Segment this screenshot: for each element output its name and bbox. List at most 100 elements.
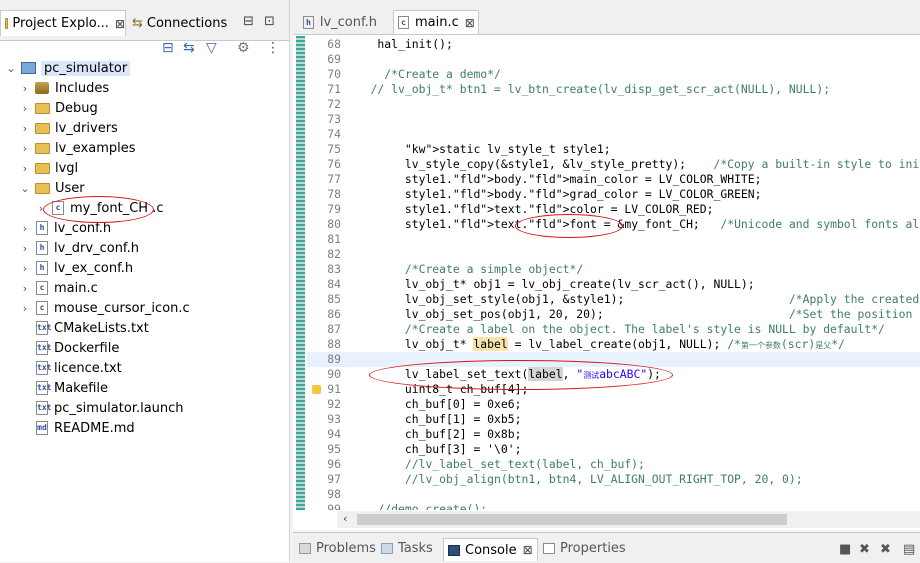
sync-icon[interactable]: ⚙ xyxy=(237,40,250,56)
chevron-right-icon[interactable]: › xyxy=(18,82,32,95)
code-line[interactable]: 68 hal_init(); xyxy=(307,37,920,52)
remove-all-icon[interactable]: ✖ xyxy=(880,542,891,557)
tree-item[interactable]: › Debug xyxy=(18,98,98,118)
code-line[interactable]: 77 style1."fld">body."fld">main_color = … xyxy=(307,172,920,187)
chevron-right-icon[interactable]: › xyxy=(18,262,32,275)
tree-item[interactable]: ⌄ User xyxy=(18,178,84,198)
code-line[interactable]: 85 lv_obj_set_style(obj1, &style1); /*Ap… xyxy=(307,292,920,307)
link-with-editor-icon[interactable]: ⇆ xyxy=(183,40,195,56)
tab-label: Tasks xyxy=(398,541,433,556)
code-line[interactable]: 73 xyxy=(307,112,920,127)
chevron-right-icon[interactable]: › xyxy=(18,142,32,155)
tree-item-label: lvgl xyxy=(55,160,79,176)
change-ruler xyxy=(296,36,305,510)
chevron-right-icon[interactable]: › xyxy=(18,242,32,255)
code-line[interactable]: 76 lv_style_copy(&style1, &lv_style_pret… xyxy=(307,157,920,172)
code-line[interactable]: 96 //lv_label_set_text(label, ch_buf); xyxy=(307,457,920,472)
tab-tasks[interactable]: Tasks xyxy=(381,541,433,556)
code-line[interactable]: 72 xyxy=(307,97,920,112)
view-menu-icon[interactable]: ⋮ xyxy=(266,40,280,56)
line-number: 93 xyxy=(327,412,341,426)
scroll-thumb[interactable] xyxy=(357,514,787,525)
horizontal-scrollbar[interactable]: ‹ xyxy=(337,511,920,528)
code-line[interactable]: 70 /*Create a demo*/ xyxy=(307,67,920,82)
line-number: 99 xyxy=(327,502,341,510)
code-line[interactable]: 86 lv_obj_set_pos(obj1, 20, 20); /*Set t… xyxy=(307,307,920,322)
code-line[interactable]: 74 xyxy=(307,127,920,142)
code-editor[interactable]: 68 hal_init(); 69 70 /*Create a demo*/71 /… xyxy=(293,36,920,510)
folder-icon xyxy=(35,142,50,154)
tree-item[interactable]: › lv_examples xyxy=(18,138,136,158)
close-icon[interactable]: ⊠ xyxy=(523,543,533,557)
code-line[interactable]: 93 ch_buf[1] = 0xb5; xyxy=(307,412,920,427)
annotation-ellipse xyxy=(43,196,154,223)
chevron-right-icon[interactable]: › xyxy=(18,122,32,135)
code-line[interactable]: 81 xyxy=(307,232,920,247)
tree-item[interactable]: txt pc_simulator.launch xyxy=(18,398,184,418)
close-icon[interactable]: ⊠ xyxy=(115,17,125,31)
code-line[interactable]: 69 xyxy=(307,52,920,67)
code-line[interactable]: 87 /*Create a label on the object. The l… xyxy=(307,322,920,337)
tree-item[interactable]: txt Dockerfile xyxy=(18,338,119,358)
folder-icon xyxy=(35,162,50,174)
code-line[interactable]: 95 ch_buf[3] = '\0'; xyxy=(307,442,920,457)
tree-item[interactable]: › Includes xyxy=(18,78,109,98)
line-number: 94 xyxy=(327,427,341,441)
tab-main-c[interactable]: c main.c ⊠ xyxy=(393,10,479,34)
tree-item[interactable]: › h lv_drv_conf.h xyxy=(18,238,139,258)
code-line[interactable]: 75 "kw">static lv_style_t style1; xyxy=(307,142,920,157)
code-line[interactable]: 99 //demo_create(); xyxy=(307,502,920,510)
maximize-icon[interactable]: ⊡ xyxy=(264,14,275,29)
collapse-all-icon[interactable]: ⊟ xyxy=(162,40,174,56)
display-console-icon[interactable]: ▤ xyxy=(903,542,915,557)
close-icon[interactable]: ⊠ xyxy=(465,16,475,30)
tree-item[interactable]: › c main.c xyxy=(18,278,98,298)
tab-console[interactable]: Console ⊠ xyxy=(443,538,538,561)
code-line[interactable]: 92 ch_buf[0] = 0xe6; xyxy=(307,397,920,412)
tree-item[interactable]: txt Makefile xyxy=(18,378,108,398)
tab-project-explorer[interactable]: Project Explo... ⊠ xyxy=(0,10,126,36)
code-line[interactable]: 82 xyxy=(307,247,920,262)
tree-item[interactable]: › c mouse_cursor_icon.c xyxy=(18,298,190,318)
terminate-icon[interactable]: ■ xyxy=(839,542,851,557)
tree-item-label: lv_examples xyxy=(55,140,136,156)
tree-item-label: licence.txt xyxy=(54,360,122,376)
chevron-down-icon[interactable]: ⌄ xyxy=(18,182,32,195)
tree-item[interactable]: › h lv_ex_conf.h xyxy=(18,258,133,278)
tree-item[interactable]: ⌄ pc_simulator xyxy=(4,58,131,78)
tab-properties[interactable]: Properties xyxy=(543,541,626,556)
code-line[interactable]: 97 //lv_obj_align(btn1, btn4, LV_ALIGN_O… xyxy=(307,472,920,487)
code-line[interactable]: 71 // lv_obj_t* btn1 = lv_btn_create(lv_… xyxy=(307,82,920,97)
minimize-icon[interactable]: ⊟ xyxy=(243,14,254,29)
tree-item[interactable]: › lvgl xyxy=(18,158,78,178)
tab-connections[interactable]: ⇆ Connections xyxy=(128,10,232,36)
chevron-right-icon[interactable]: › xyxy=(18,102,32,115)
filter-icon[interactable]: ▽ xyxy=(206,40,217,56)
tree-item[interactable]: › lv_drivers xyxy=(18,118,118,138)
chevron-right-icon[interactable]: › xyxy=(18,282,32,295)
tree-item[interactable]: txt licence.txt xyxy=(18,358,122,378)
chevron-right-icon[interactable]: › xyxy=(18,222,32,235)
code-line[interactable]: 79 style1."fld">text."fld">color = LV_CO… xyxy=(307,202,920,217)
line-number: 78 xyxy=(327,187,341,201)
code-line[interactable]: 84 lv_obj_t* obj1 = lv_obj_create(lv_scr… xyxy=(307,277,920,292)
header-file-icon: h xyxy=(36,221,48,235)
chevron-down-icon[interactable]: ⌄ xyxy=(4,62,18,75)
code-line[interactable]: 78 style1."fld">body."fld">grad_color = … xyxy=(307,187,920,202)
chevron-right-icon[interactable]: › xyxy=(18,302,32,315)
code-line[interactable]: 83 /*Create a simple object*/ xyxy=(307,262,920,277)
line-number: 98 xyxy=(327,487,341,501)
tree-item[interactable]: txt CMakeLists.txt xyxy=(18,318,149,338)
code-line[interactable]: 98 xyxy=(307,487,920,502)
tab-lv-conf-h[interactable]: h lv_conf.h xyxy=(303,10,377,34)
chevron-right-icon[interactable]: › xyxy=(18,162,32,175)
tasks-icon xyxy=(381,543,393,554)
remove-launch-icon[interactable]: ✖ xyxy=(859,542,870,557)
code-line[interactable]: 94 ch_buf[2] = 0x8b; xyxy=(307,427,920,442)
scroll-left-icon[interactable]: ‹ xyxy=(343,512,347,525)
tab-problems[interactable]: Problems xyxy=(299,541,376,556)
folder-icon xyxy=(35,102,50,114)
tree-item[interactable]: md README.md xyxy=(18,418,135,438)
code-line[interactable]: 88 lv_obj_t* label = lv_label_create(obj… xyxy=(307,337,920,352)
text-file-icon: txt xyxy=(36,341,51,355)
